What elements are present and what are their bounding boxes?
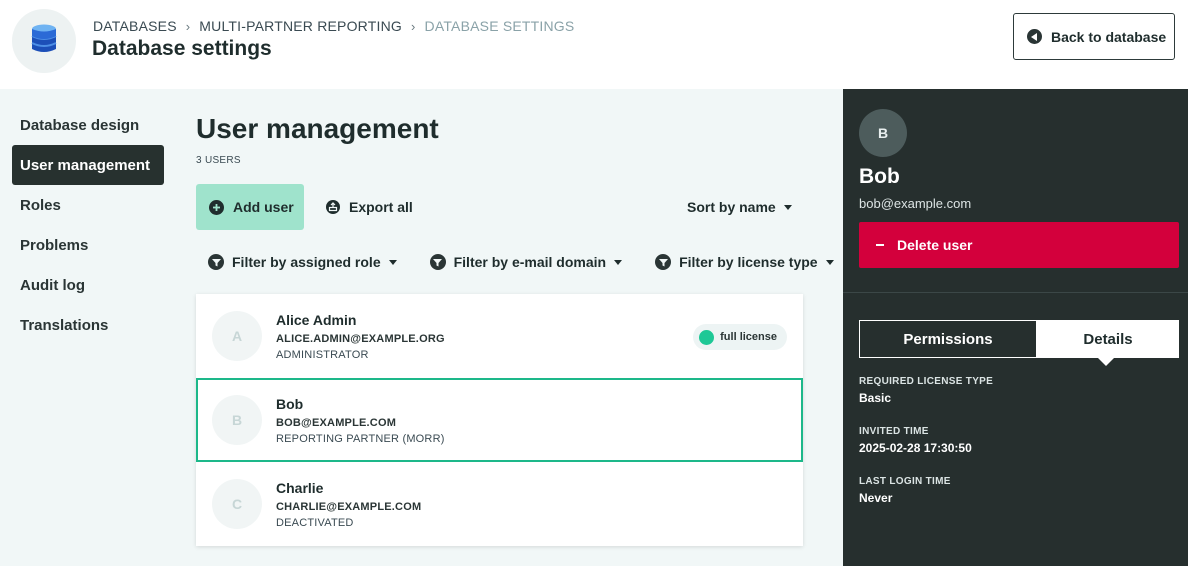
minus-icon: [876, 244, 884, 246]
avatar: B: [212, 395, 262, 445]
filter-email-domain[interactable]: Filter by e-mail domain: [429, 249, 623, 275]
field-label: Invited time: [859, 426, 929, 437]
license-label: full license: [720, 331, 777, 343]
app-header: Databases › Multi-Partner Reporting › Da…: [0, 0, 1188, 89]
user-count: 3 users: [196, 155, 241, 166]
sidenav-item-user-management[interactable]: User management: [12, 145, 164, 185]
field-value: Basic: [859, 391, 892, 405]
add-user-button[interactable]: Add user: [196, 184, 304, 230]
filter-icon: [208, 254, 224, 270]
license-badge: full license: [693, 324, 787, 350]
add-user-label: Add user: [233, 199, 294, 215]
filter-icon: [429, 254, 446, 270]
delete-user-label: Delete user: [897, 237, 973, 253]
user-row-bob[interactable]: B Bob BOB@EXAMPLE.COM REPORTING PARTNER …: [196, 378, 803, 462]
chevron-down-icon: [388, 259, 397, 265]
avatar: C: [212, 479, 262, 529]
export-label: Export all: [349, 199, 413, 215]
tab-permissions[interactable]: Permissions: [859, 320, 1037, 358]
main-area: Database design User management Roles Pr…: [0, 89, 843, 566]
field-value: Never: [859, 491, 893, 505]
chevron-right-icon: ›: [185, 18, 191, 34]
user-row-alice-admin[interactable]: A Alice Admin ALICE.ADMIN@EXAMPLE.ORG AD…: [196, 294, 803, 378]
breadcrumb: Databases › Multi-Partner Reporting › Da…: [93, 18, 574, 34]
field-last-login-time: Last login time Never: [859, 476, 951, 505]
field-value: 2025-02-28 17:30:50: [859, 441, 972, 455]
filter-assigned-role-label: Filter by assigned role: [232, 254, 381, 270]
database-logo: [12, 9, 76, 73]
user-role: DEACTIVATED: [276, 517, 354, 529]
chevron-right-icon: ›: [410, 18, 416, 34]
plus-circle-icon: [209, 199, 224, 215]
panel-user-email: bob@example.com: [859, 196, 972, 211]
export-all-button[interactable]: Export all: [326, 184, 413, 230]
user-detail-panel: B Bob bob@example.com Delete user Permis…: [843, 89, 1188, 566]
chevron-down-icon: [614, 259, 623, 265]
filter-assigned-role[interactable]: Filter by assigned role: [208, 249, 397, 275]
sidenav-item-problems[interactable]: Problems: [12, 225, 164, 265]
sidenav-item-database-design[interactable]: Database design: [12, 105, 164, 145]
user-email: CHARLIE@EXAMPLE.COM: [276, 501, 422, 513]
filter-license-type[interactable]: Filter by license type: [655, 249, 834, 275]
sidenav-item-audit-log[interactable]: Audit log: [12, 265, 164, 305]
filter-license-type-label: Filter by license type: [679, 254, 818, 270]
export-icon: [326, 200, 340, 214]
field-label: Required license type: [859, 376, 994, 387]
panel-tabs: Permissions Details: [859, 320, 1179, 366]
panel-user-name: Bob: [859, 165, 900, 188]
sort-label: Sort by name: [687, 199, 776, 215]
chevron-down-icon: [825, 259, 834, 265]
breadcrumb-database-settings: Database Settings: [424, 18, 575, 34]
breadcrumb-multi-partner-reporting[interactable]: Multi-Partner Reporting: [199, 18, 402, 34]
field-required-license-type: Required license type Basic: [859, 376, 993, 405]
back-to-database-button[interactable]: Back to database: [1013, 13, 1175, 60]
divider: [843, 292, 1188, 293]
section-title: User management: [196, 113, 439, 144]
field-invited-time: Invited time 2025-02-28 17:30:50: [859, 426, 972, 455]
user-row-charlie[interactable]: C Charlie CHARLIE@EXAMPLE.COM DEACTIVATE…: [196, 462, 803, 546]
sidenav-item-roles[interactable]: Roles: [12, 185, 164, 225]
user-name: Alice Admin: [276, 312, 357, 328]
breadcrumb-databases[interactable]: Databases: [93, 18, 177, 34]
tab-details[interactable]: Details: [1037, 320, 1179, 366]
field-label: Last login time: [859, 476, 951, 487]
filter-icon: [655, 254, 672, 270]
license-status-dot: [699, 329, 715, 345]
back-arrow-icon: [1027, 29, 1042, 44]
filter-bar: Filter by assigned role Filter by e-mail…: [208, 249, 834, 275]
avatar: A: [212, 311, 262, 361]
sidenav-item-translations[interactable]: Translations: [12, 305, 164, 345]
database-icon: [31, 23, 57, 60]
user-email: BOB@EXAMPLE.COM: [276, 417, 397, 429]
filter-email-domain-label: Filter by e-mail domain: [453, 254, 607, 270]
user-name: Charlie: [276, 480, 324, 496]
back-button-label: Back to database: [1051, 28, 1167, 45]
chevron-down-icon: [783, 204, 792, 210]
user-list: A Alice Admin ALICE.ADMIN@EXAMPLE.ORG AD…: [196, 294, 803, 546]
avatar: B: [859, 109, 907, 157]
user-role: REPORTING PARTNER (MORR): [276, 433, 445, 445]
user-name: Bob: [276, 396, 304, 412]
user-email: ALICE.ADMIN@EXAMPLE.ORG: [276, 333, 445, 345]
page-title: Database settings: [92, 37, 272, 60]
delete-user-button[interactable]: Delete user: [859, 222, 1179, 268]
user-role: ADMINISTRATOR: [276, 349, 369, 361]
sort-dropdown[interactable]: Sort by name: [687, 184, 792, 230]
settings-sidenav: Database design User management Roles Pr…: [12, 105, 164, 345]
